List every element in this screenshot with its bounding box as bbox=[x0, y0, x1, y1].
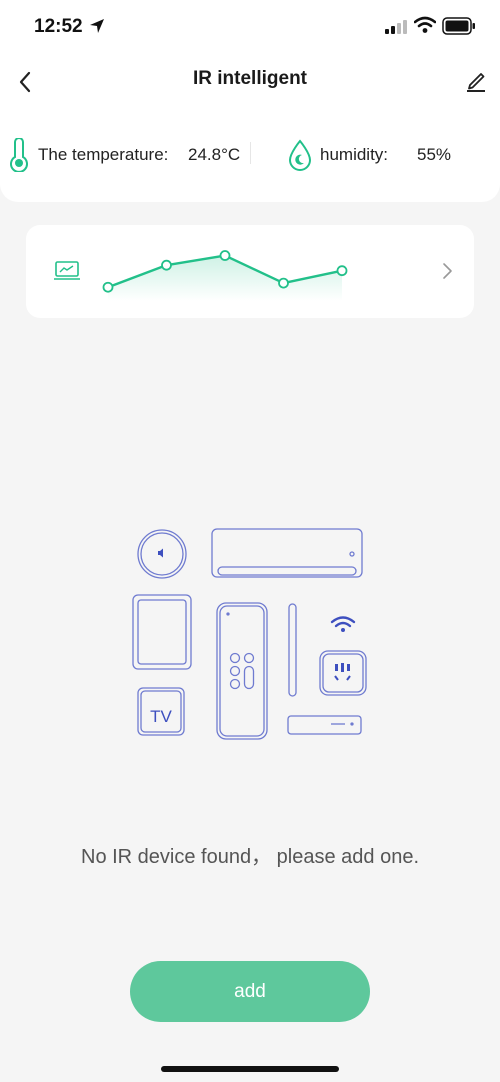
tv-box-illustration: TV bbox=[137, 687, 185, 736]
wifi-icon bbox=[414, 16, 436, 33]
tablet-illustration bbox=[132, 594, 192, 670]
temperature-label: The temperature: bbox=[38, 145, 169, 164]
ir-devices-illustration: TV bbox=[132, 528, 367, 740]
page-title: IR intelligent bbox=[193, 68, 307, 89]
trend-point-3 bbox=[278, 277, 289, 289]
speaker-illustration bbox=[137, 529, 187, 579]
trend-point-4 bbox=[336, 265, 348, 277]
stick-illustration bbox=[288, 603, 297, 697]
location-arrow-icon bbox=[90, 19, 104, 33]
trend-point-1 bbox=[161, 259, 172, 271]
trend-point-2 bbox=[219, 250, 231, 261]
add-device-button[interactable]: add bbox=[130, 961, 370, 1022]
status-bar: 12:52 bbox=[0, 0, 500, 56]
air-conditioner-illustration bbox=[211, 528, 363, 578]
battery-icon bbox=[442, 17, 475, 35]
sensor-divider bbox=[250, 142, 251, 164]
thermometer-icon bbox=[10, 138, 28, 172]
remote-illustration bbox=[216, 602, 268, 740]
tv-label: TV bbox=[150, 707, 172, 726]
status-time: 12:52 bbox=[34, 16, 83, 37]
home-indicator bbox=[161, 1066, 339, 1072]
sensor-row: The temperature: 24.8°C humidity: 55% bbox=[0, 136, 500, 176]
chevron-right-icon[interactable] bbox=[440, 261, 454, 281]
trend-chart bbox=[102, 250, 348, 301]
humidity-label: humidity: bbox=[320, 145, 389, 164]
temperature-value: 24.8°C bbox=[188, 145, 241, 164]
history-chart-card[interactable] bbox=[26, 225, 474, 318]
set-top-box-illustration bbox=[287, 715, 362, 735]
humidity-drop-icon bbox=[288, 139, 312, 171]
humidity-value: 55% bbox=[417, 145, 452, 164]
edit-pencil-icon[interactable] bbox=[464, 68, 488, 92]
trend-point-0 bbox=[102, 281, 114, 293]
cellular-signal-icon bbox=[385, 20, 407, 34]
empty-state-message: No IR device found， please add one. bbox=[81, 846, 419, 868]
monitor-chart-icon bbox=[54, 261, 80, 280]
wifi-plug-illustration bbox=[319, 616, 367, 696]
header-card: IR intelligent The temperature: 24.8°C h… bbox=[0, 56, 500, 202]
